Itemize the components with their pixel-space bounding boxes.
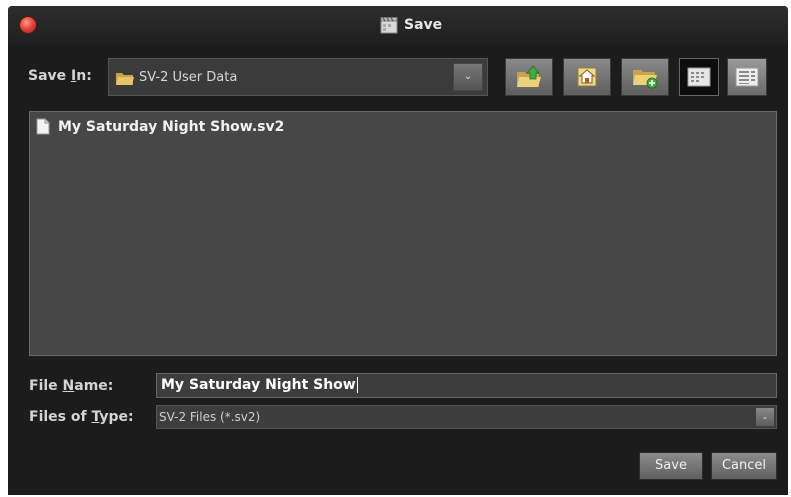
- chevron-down-icon[interactable]: ⌄: [756, 408, 774, 426]
- file-name-field[interactable]: My Saturday Night Show: [156, 373, 777, 398]
- save-in-combobox[interactable]: SV-2 User Data ⌄: [108, 58, 488, 96]
- list-item[interactable]: My Saturday Night Show.sv2: [36, 118, 284, 135]
- text-caret: [356, 377, 358, 393]
- file-name-label: File Name:: [29, 378, 114, 394]
- files-of-type-value: SV-2 Files (*.sv2): [159, 410, 261, 424]
- close-window-button[interactable]: [20, 17, 36, 33]
- save-in-label: Save In:: [28, 68, 92, 84]
- new-folder-icon: [633, 70, 658, 89]
- new-folder-button[interactable]: [621, 58, 669, 96]
- clapperboard-icon: [380, 17, 398, 34]
- window-title: Save: [404, 17, 443, 33]
- file-name-text: My Saturday Night Show.sv2: [58, 118, 285, 135]
- details-view-icon: [735, 67, 759, 87]
- files-of-type-combobox[interactable]: SV-2 Files (*.sv2) ⌄: [156, 405, 777, 429]
- home-button[interactable]: [563, 58, 611, 96]
- up-folder-icon: [517, 65, 541, 87]
- save-in-value: SV-2 User Data: [139, 70, 238, 85]
- files-of-type-label: Files of Type:: [29, 409, 134, 425]
- title-bar: Save: [8, 6, 788, 44]
- file-icon: [36, 118, 50, 135]
- home-icon: [577, 67, 597, 87]
- save-button[interactable]: Save: [639, 452, 703, 480]
- list-view-button[interactable]: [679, 58, 719, 96]
- up-one-level-button[interactable]: [505, 58, 553, 96]
- title: Save: [380, 15, 442, 35]
- save-dialog: Save Save In: SV-2 User Data ⌄ My Saturd…: [8, 6, 788, 495]
- file-list[interactable]: My Saturday Night Show.sv2: [29, 111, 777, 356]
- cancel-button[interactable]: Cancel: [711, 452, 777, 480]
- details-view-button[interactable]: [727, 58, 767, 96]
- chevron-down-icon[interactable]: ⌄: [453, 63, 483, 91]
- file-name-value: My Saturday Night Show: [161, 377, 356, 393]
- list-view-icon: [687, 67, 711, 87]
- folder-icon: [116, 73, 134, 85]
